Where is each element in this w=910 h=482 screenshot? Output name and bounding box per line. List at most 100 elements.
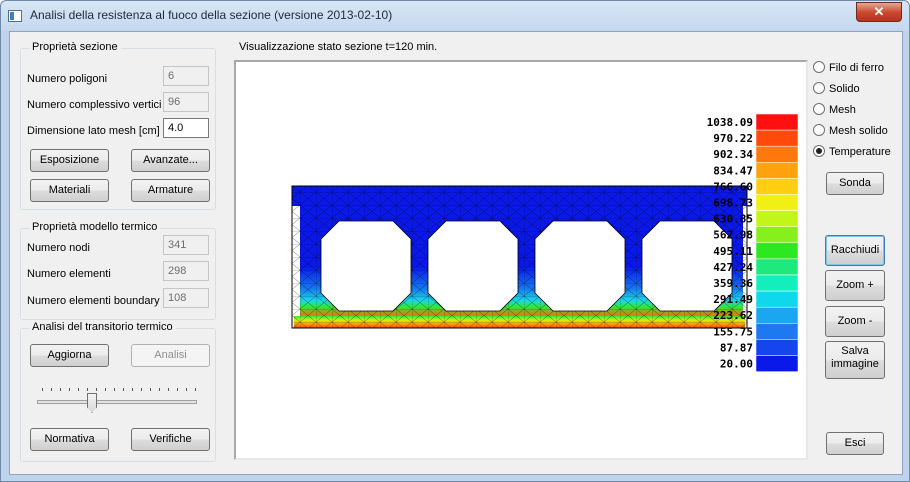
radio-temperature[interactable]: Temperature (813, 145, 891, 161)
slider-tick (123, 388, 124, 391)
zoom-out-button[interactable]: Zoom - (825, 306, 885, 337)
legend-swatch (755, 145, 799, 163)
group-title-viz: Visualizzazione stato sezione t=120 min. (239, 41, 438, 53)
legend-label: 87.87 (720, 341, 753, 354)
slider-tick (105, 388, 106, 391)
hollow-core (427, 220, 519, 312)
title-bar[interactable]: Analisi della resistenza al fuoco della … (1, 1, 909, 31)
legend-swatch (755, 178, 799, 195)
esci-button[interactable]: Esci (826, 432, 884, 455)
slider-tick (195, 388, 196, 391)
legend-label: 698.73 (713, 197, 753, 210)
legend-label: 291.49 (713, 293, 753, 306)
slider-tick (159, 388, 160, 391)
materiali-button[interactable]: Materiali (30, 179, 109, 202)
label-dimensione-mesh: Dimensione lato mesh [cm] (27, 125, 160, 137)
group-title-transitorio: Analisi del transitorio termico (29, 321, 176, 333)
radio-label: Solido (829, 83, 860, 95)
hollow-core (320, 220, 412, 312)
client-area: Proprietà sezione Numero poligoni 6 Nume… (9, 31, 903, 475)
slider-tick (87, 388, 88, 391)
label-numero-nodi: Numero nodi (27, 242, 90, 254)
radio-label: Mesh (829, 104, 856, 116)
slider-tick (177, 388, 178, 391)
legend-label: 562.98 (713, 229, 753, 242)
legend-swatch (755, 226, 799, 244)
field-numero-vertici: 96 (163, 92, 209, 112)
slider-tick (96, 388, 97, 391)
legend-label: 834.47 (713, 164, 753, 177)
legend-label: 1038.09 (707, 116, 753, 129)
radio-indicator[interactable] (813, 124, 825, 136)
legend-label: 630.85 (713, 213, 753, 226)
field-elementi-boundary: 108 (163, 288, 209, 308)
verifiche-button[interactable]: Verifiche (131, 428, 210, 451)
radio-mesh[interactable]: Mesh (813, 103, 856, 119)
legend-swatch (755, 194, 799, 211)
slider-tick (69, 388, 70, 391)
visualization-canvas[interactable]: 1038.09 970.22 902.34 834.47 766.60 698.73 630… (234, 60, 808, 460)
radio-solido[interactable]: Solido (813, 82, 860, 98)
slider-tick (60, 388, 61, 391)
slider-tick (186, 388, 187, 391)
legend-swatch (755, 355, 799, 372)
avanzate-button[interactable]: Avanzate... (131, 149, 210, 172)
sonda-button[interactable]: Sonda (826, 172, 884, 195)
field-numero-nodi: 341 (163, 235, 209, 255)
label-numero-vertici: Numero complessivo vertici (27, 99, 162, 111)
slider-tick (114, 388, 115, 391)
field-numero-poligoni: 6 (163, 66, 209, 86)
radio-indicator[interactable] (813, 145, 825, 157)
group-title-sezione: Proprietà sezione (29, 41, 121, 53)
legend-label: 495.11 (713, 245, 753, 258)
legend-swatch (755, 274, 799, 292)
slider-tick (141, 388, 142, 391)
normativa-button[interactable]: Normativa (30, 428, 109, 451)
armature-button[interactable]: Armature (131, 179, 210, 202)
hollow-core (534, 220, 626, 312)
radio-indicator[interactable] (813, 103, 825, 115)
legend-label: 359.36 (713, 277, 753, 290)
radio-label: Temperature (829, 146, 891, 158)
legend-swatch (755, 339, 799, 356)
group-title-termico: Proprietà modello termico (29, 221, 161, 233)
section-plot[interactable]: 1038.09 970.22 902.34 834.47 766.60 698.73 630… (236, 62, 806, 458)
legend-label: 155.75 (713, 325, 753, 338)
slider-tick (168, 388, 169, 391)
slider-tick (51, 388, 52, 391)
legend-swatch (755, 242, 799, 260)
radio-indicator[interactable] (813, 82, 825, 94)
zoom-in-button[interactable]: Zoom + (825, 270, 885, 301)
legend-swatch (755, 290, 799, 308)
salva-immagine-button[interactable]: Salva immagine (825, 341, 885, 379)
app-icon (8, 10, 22, 22)
radio-filo-di-ferro[interactable]: Filo di ferro (813, 61, 884, 77)
time-slider-track[interactable] (37, 400, 197, 404)
legend-swatch (755, 258, 799, 276)
radio-indicator[interactable] (813, 61, 825, 73)
slider-tick (132, 388, 133, 391)
legend-swatch (755, 323, 799, 340)
legend-label: 223.62 (713, 309, 753, 322)
radio-label: Mesh solido (829, 125, 888, 137)
close-icon: ✕ (873, 4, 885, 19)
aggiorna-button[interactable]: Aggiorna (30, 344, 109, 367)
label-numero-elementi: Numero elementi (27, 268, 111, 280)
window-title: Analisi della resistenza al fuoco della … (30, 8, 393, 22)
radio-mesh-solido[interactable]: Mesh solido (813, 124, 888, 140)
close-button[interactable]: ✕ (856, 2, 902, 22)
salva-label-line2: immagine (831, 358, 879, 370)
legend-swatch (755, 306, 799, 324)
main-window: Analisi della resistenza al fuoco della … (0, 0, 910, 482)
racchiudi-button[interactable]: Racchiudi (825, 235, 885, 266)
legend-swatch (755, 210, 799, 227)
legend-label: 902.34 (713, 148, 753, 161)
legend-label: 970.22 (713, 132, 753, 145)
field-numero-elementi: 298 (163, 261, 209, 281)
label-elementi-boundary: Numero elementi boundary (27, 295, 160, 307)
slider-tick (78, 388, 79, 391)
analisi-button[interactable]: Analisi (131, 344, 210, 367)
mesh-size-input[interactable]: 4.0 (163, 118, 209, 138)
esposizione-button[interactable]: Esposizione (30, 149, 109, 172)
radio-label: Filo di ferro (829, 62, 885, 74)
